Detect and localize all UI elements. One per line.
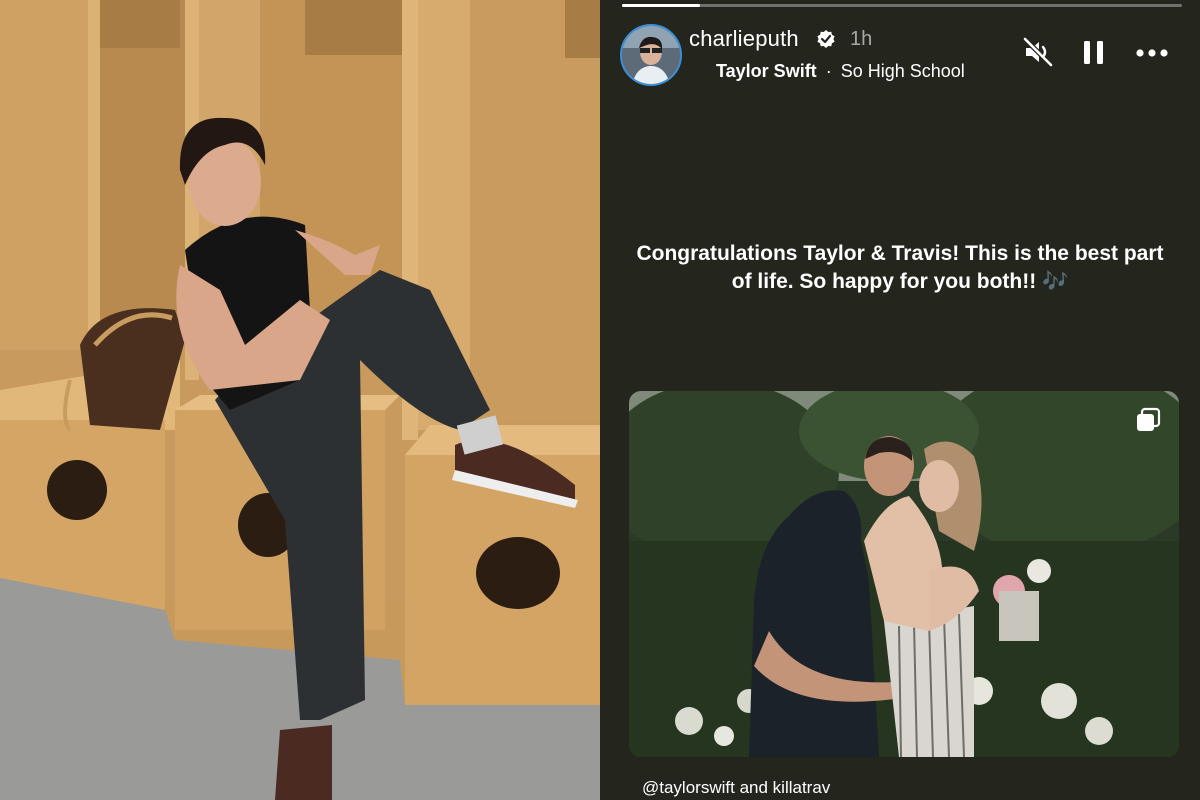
story-progress-fill [622, 4, 701, 7]
left-photo [0, 0, 600, 800]
story-username[interactable]: charlieputh [689, 26, 799, 52]
speaker-muted-icon[interactable] [1022, 36, 1054, 68]
story-mentions: @taylorswift and killatrav [642, 778, 830, 798]
mention-taylorswift[interactable]: @taylorswift [642, 778, 735, 797]
music-separator: · [825, 61, 832, 81]
avatar[interactable] [620, 24, 682, 86]
caption-text: Congratulations Taylor & Travis! This is… [636, 242, 1164, 293]
pause-icon[interactable] [1080, 36, 1108, 68]
mention-joiner: and [739, 778, 768, 797]
story-progress-bar [622, 4, 1182, 7]
avatar-image [622, 26, 680, 84]
story-caption: Congratulations Taylor & Travis! This is… [630, 240, 1170, 296]
instagram-story[interactable]: charlieputh 1h Taylor Swift · So High Sc… [600, 0, 1200, 800]
story-music[interactable]: Taylor Swift · So High School [716, 61, 965, 82]
story-time-ago: 1h [850, 28, 873, 50]
locker-room-photo [0, 0, 600, 800]
shared-post-image [629, 391, 1179, 757]
music-song: So High School [840, 61, 965, 81]
verified-badge-icon [817, 30, 835, 48]
mention-killatrav[interactable]: killatrav [773, 778, 831, 797]
music-artist: Taylor Swift [716, 61, 817, 81]
shared-post-card[interactable] [629, 391, 1179, 757]
carousel-icon [1137, 407, 1161, 431]
caption-emoji: 🎶 [1042, 270, 1069, 293]
more-options-icon[interactable] [1134, 36, 1170, 68]
